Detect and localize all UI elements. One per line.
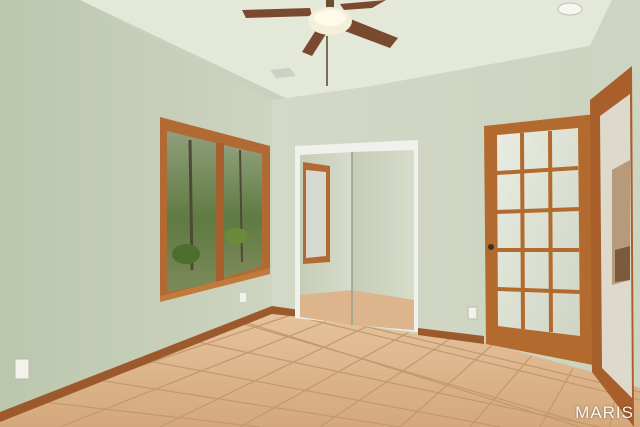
- room-photo: MARIS: [0, 0, 640, 427]
- watermark-logo: MARIS: [575, 403, 634, 422]
- outlet-back: [467, 306, 478, 320]
- doorway: [590, 66, 634, 427]
- smoke-detector: [557, 2, 583, 16]
- outlet-left: [14, 358, 30, 380]
- closet-mirror-doors: [295, 140, 418, 332]
- room-scene: [0, 0, 640, 427]
- left-window: [160, 117, 270, 302]
- door-knob: [488, 244, 494, 250]
- outlet-wall: [240, 293, 246, 302]
- french-door: [484, 114, 598, 366]
